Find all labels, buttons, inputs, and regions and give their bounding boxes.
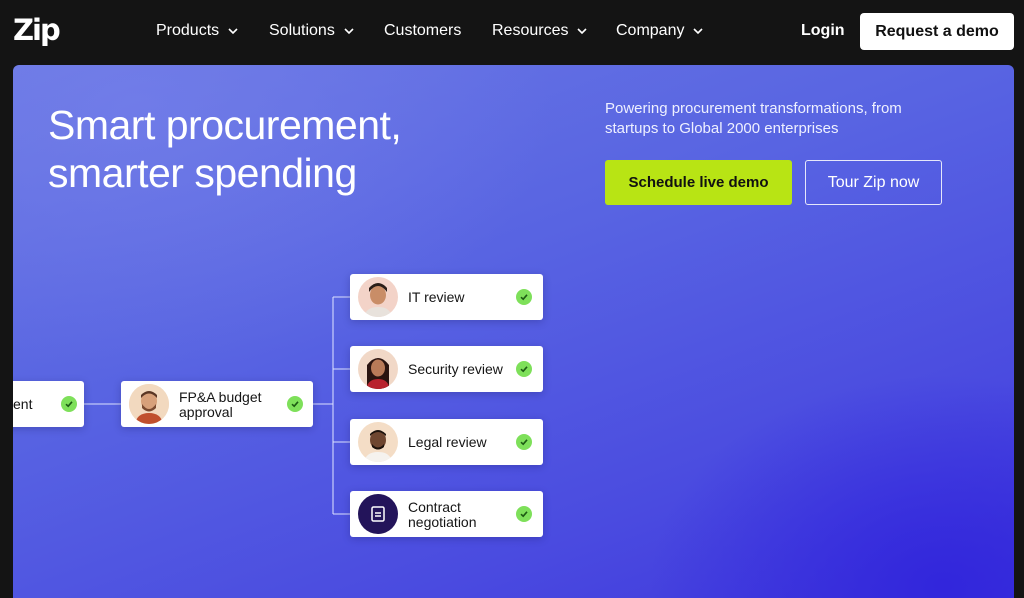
nav-solutions-label: Solutions xyxy=(269,22,335,39)
nav-customers[interactable]: Customers xyxy=(384,20,461,42)
check-icon xyxy=(516,506,532,522)
check-icon xyxy=(516,289,532,305)
nav-company-label: Company xyxy=(616,22,685,39)
nav-products-label: Products xyxy=(156,22,220,39)
hero-headline: Smart procurement, smarter spending xyxy=(48,102,402,196)
workflow-step-security-review: Security review xyxy=(350,346,543,392)
login-link[interactable]: Login xyxy=(801,20,845,42)
nav-resources[interactable]: Resources xyxy=(492,20,588,42)
person-avatar xyxy=(358,349,398,389)
schedule-demo-button[interactable]: Schedule live demo xyxy=(605,160,792,205)
step-label: Legal review xyxy=(408,434,487,450)
nav-products[interactable]: Products xyxy=(156,20,239,42)
nav-company[interactable]: Company xyxy=(616,20,704,42)
hero-section: Smart procurement, smarter spending Powe… xyxy=(13,65,1014,598)
workflow-step-budget: FP&A budget approval xyxy=(121,381,313,427)
nav-solutions[interactable]: Solutions xyxy=(269,20,355,42)
zip-logo[interactable]: Zip xyxy=(13,12,61,48)
workflow-step-legal-review: Legal review xyxy=(350,419,543,465)
chevron-down-icon xyxy=(693,28,704,35)
step-label: IT review xyxy=(408,289,465,305)
request-demo-button[interactable]: Request a demo xyxy=(860,13,1014,50)
nav-resources-label: Resources xyxy=(492,22,569,39)
person-avatar xyxy=(358,422,398,462)
check-icon xyxy=(516,361,532,377)
top-nav: Zip Products Solutions Customers Resourc… xyxy=(0,0,1024,62)
chevron-down-icon xyxy=(344,28,354,35)
person-avatar xyxy=(358,277,398,317)
chevron-down-icon xyxy=(228,28,238,35)
step-label: Security review xyxy=(408,361,503,377)
tour-zip-button[interactable]: Tour Zip now xyxy=(805,160,942,205)
workflow-step-it-review: IT review xyxy=(350,274,543,320)
hero-subheadline: Powering procurement transformations, fr… xyxy=(605,100,902,137)
step-label: ent xyxy=(13,396,33,412)
workflow-step-contract-negotiation: Contract negotiation xyxy=(350,491,543,537)
check-icon xyxy=(516,434,532,450)
document-icon xyxy=(358,494,398,534)
chevron-down-icon xyxy=(577,28,588,35)
nav-customers-label: Customers xyxy=(384,22,462,39)
step-label: Contract negotiation xyxy=(408,499,477,530)
check-icon xyxy=(287,396,303,412)
step-label: FP&A budget approval xyxy=(179,389,262,420)
workflow-step-partial: ent xyxy=(13,381,84,427)
person-avatar xyxy=(129,384,169,424)
check-icon xyxy=(61,396,77,412)
